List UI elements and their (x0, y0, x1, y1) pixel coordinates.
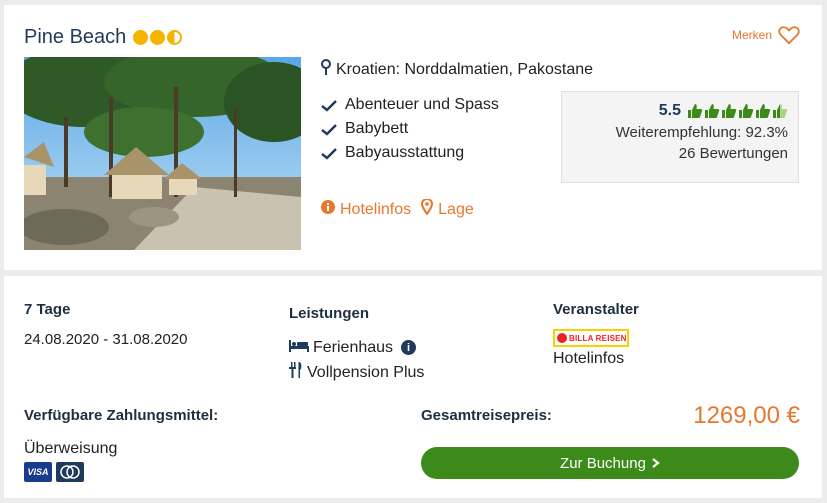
rating-row: 5.5 (572, 102, 788, 120)
hotel-photo[interactable] (24, 57, 301, 250)
payment-icons: VISA (24, 462, 84, 482)
operator-hotelinfos-link[interactable]: Hotelinfos (553, 350, 624, 368)
thumbs-rating (687, 103, 788, 119)
operator-logo-text: BILLA REISEN (569, 333, 627, 343)
cutlery-icon (289, 362, 303, 383)
accommodation-text: Ferienhaus (313, 338, 394, 356)
total-label: Gesamtreisepreis: (421, 407, 552, 424)
star-rating (133, 30, 183, 45)
hotelinfos-link[interactable]: Hotelinfos (321, 199, 411, 220)
hotel-title[interactable]: Pine Beach (24, 26, 183, 49)
payment-label: Verfügbare Zahlungsmittel: (24, 407, 219, 424)
mastercard-icon (56, 462, 84, 482)
feature-item: Abenteuer und Spass (321, 93, 499, 117)
info-icon (321, 200, 335, 219)
payment-method: Überweisung (24, 440, 118, 457)
chevron-right-icon (652, 455, 660, 472)
half-star-icon (167, 30, 183, 45)
hotel-links: Hotelinfos Lage (321, 198, 474, 220)
operator-logo-mark (557, 333, 567, 343)
travel-dates: 24.08.2020 - 31.08.2020 (24, 331, 188, 348)
offer-card: 7 Tage 24.08.2020 - 31.08.2020 Leistunge… (4, 276, 822, 498)
visa-icon: VISA (24, 462, 52, 482)
heart-icon (778, 25, 800, 45)
thumb-up-icon (688, 104, 703, 118)
location-text: Kroatien: Norddalmatien, Pakostane (336, 60, 594, 78)
save-label: Merken (731, 28, 772, 42)
thumb-up-icon (705, 104, 720, 118)
save-button[interactable]: Merken (732, 25, 800, 45)
hotel-location: Kroatien: Norddalmatien, Pakostane (321, 59, 593, 80)
rating-box[interactable]: 5.5 Weiterempfehlung: 92.3% 26 Bewertung… (561, 91, 799, 183)
map-pin-icon (321, 59, 331, 80)
booking-label: Zur Buchung (560, 454, 646, 472)
check-icon (321, 147, 337, 160)
feature-label: Babyausstattung (345, 144, 465, 161)
board-row: Vollpension Plus (289, 362, 424, 383)
hotel-name[interactable]: Pine Beach (24, 26, 126, 49)
thumb-up-icon (722, 104, 737, 118)
thumb-up-icon (739, 104, 754, 118)
accommodation-row: Ferienhaus i (289, 338, 417, 357)
review-count: 26 Bewertungen (678, 145, 788, 162)
half-thumb-up-icon (773, 104, 788, 118)
services-label: Leistungen (289, 305, 370, 322)
info-icon[interactable]: i (401, 340, 417, 355)
operator-label: Veranstalter (553, 301, 639, 318)
hotelinfos-label: Hotelinfos (340, 200, 412, 218)
feature-label: Babybett (345, 120, 409, 137)
operator-logo: BILLA REISEN (553, 329, 629, 347)
booking-button[interactable]: Zur Buchung (421, 447, 799, 479)
thumb-up-icon (756, 104, 771, 118)
star-icon (150, 30, 166, 45)
bed-icon (289, 338, 309, 357)
feature-item: Babybett (321, 117, 499, 141)
board-text: Vollpension Plus (307, 363, 425, 381)
check-icon (321, 99, 337, 112)
star-icon (133, 30, 149, 45)
feature-list: Abenteuer und Spass Babybett Babyausstat… (321, 93, 499, 165)
lage-label: Lage (438, 200, 474, 218)
total-price: 1269,00 € (693, 402, 800, 429)
rating-score: 5.5 (658, 102, 681, 119)
check-icon (321, 123, 337, 136)
feature-label: Abenteuer und Spass (345, 96, 499, 113)
lage-link[interactable]: Lage (421, 198, 474, 220)
hotel-card: Pine Beach Merken Kroatien: Norddalmatie… (4, 5, 822, 270)
feature-item: Babyausstattung (321, 141, 499, 165)
map-marker-icon (421, 198, 434, 220)
duration: 7 Tage (24, 301, 71, 318)
recommendation-rate: Weiterempfehlung: 92.3% (615, 124, 788, 141)
